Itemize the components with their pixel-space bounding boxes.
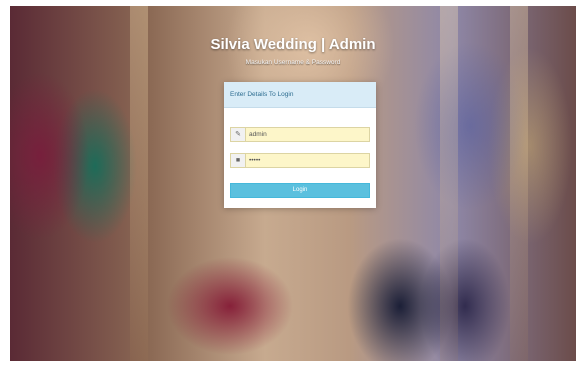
page-title: Silvia Wedding | Admin xyxy=(210,36,376,53)
background-photo: Silvia Wedding | Admin Masukan Username … xyxy=(10,6,576,361)
lock-icon: ■ xyxy=(231,154,246,167)
username-field: ✎ xyxy=(230,127,370,142)
page-subtitle: Masukan Username & Password xyxy=(245,59,341,66)
login-panel: Enter Details To Login ✎ ■ Login xyxy=(224,82,376,208)
login-button[interactable]: Login xyxy=(230,183,370,198)
user-icon: ✎ xyxy=(231,128,246,141)
password-field: ■ xyxy=(230,153,370,168)
login-panel-heading: Enter Details To Login xyxy=(224,82,376,108)
username-input[interactable] xyxy=(247,128,369,141)
password-input[interactable] xyxy=(247,154,369,167)
